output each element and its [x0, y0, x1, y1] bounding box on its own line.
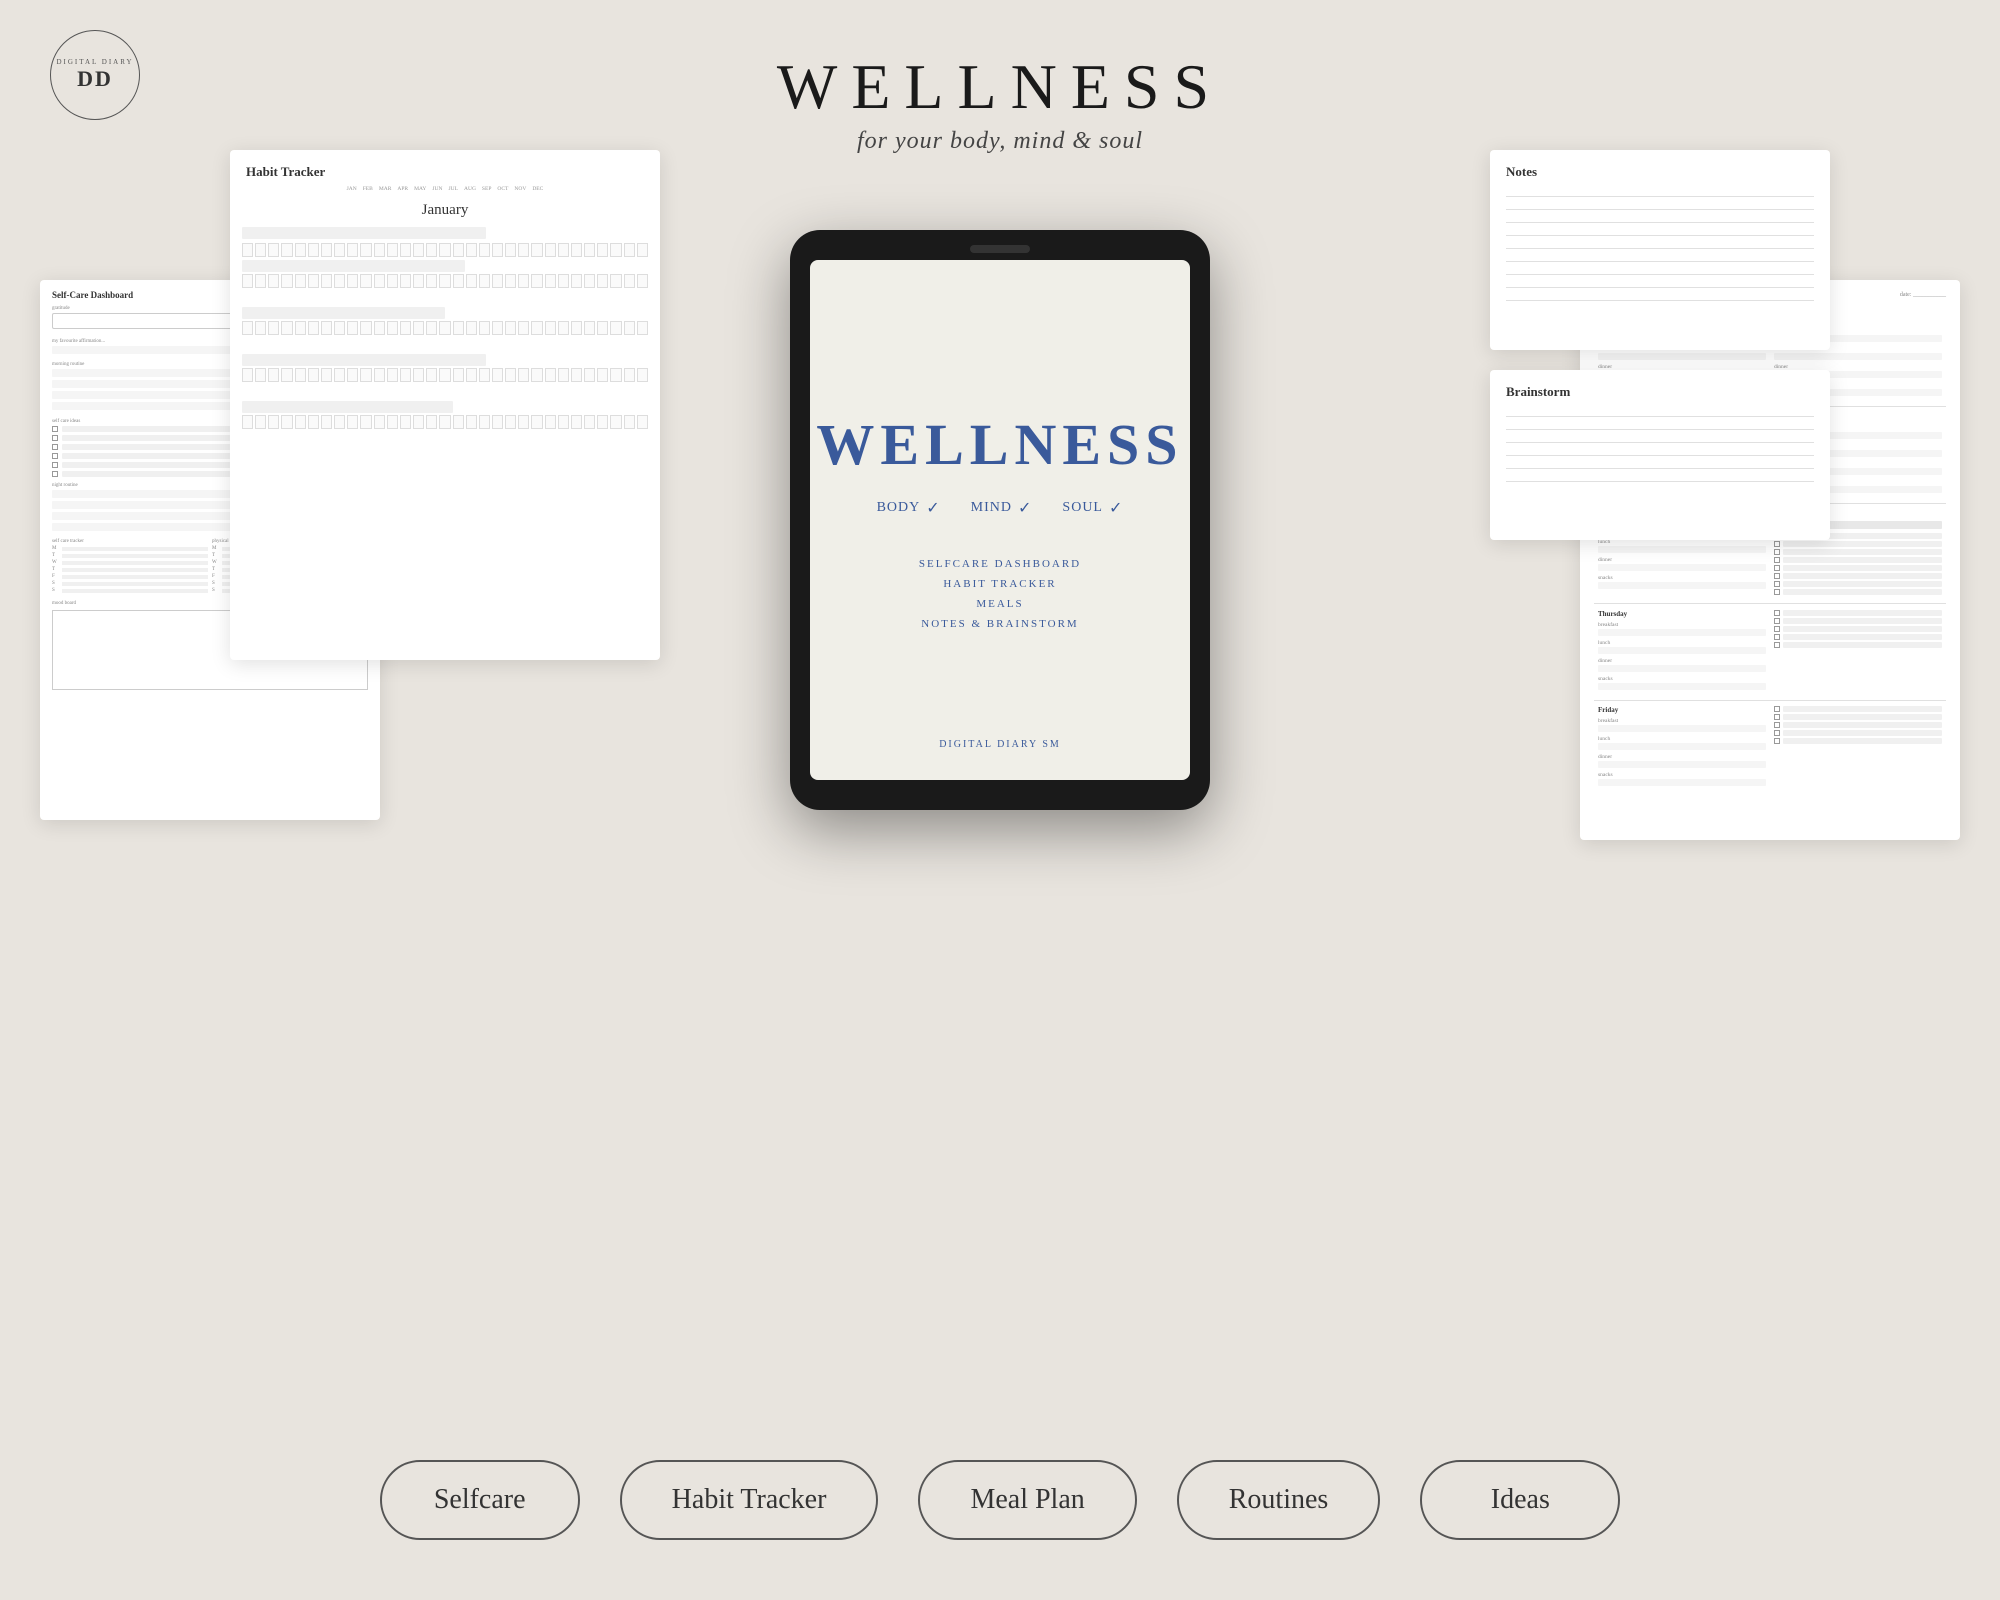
- brainstorm-lines: [1490, 404, 1830, 506]
- tablet-nav: SELFCARE DASHBOARD HABIT TRACKER MEALS N…: [919, 558, 1081, 630]
- tablet-wellness-title: WELLNESS: [816, 411, 1183, 478]
- tag-selfcare[interactable]: Selfcare: [380, 1460, 580, 1540]
- habit-grid: [230, 223, 660, 436]
- habit-tracker-card: Habit Tracker JAN FEB MAR APR MAY JUN JU…: [230, 150, 660, 660]
- soul-check-icon: ✓: [1109, 498, 1123, 518]
- tag-routines[interactable]: Routines: [1177, 1460, 1381, 1540]
- tag-ideas-label: Ideas: [1491, 1484, 1550, 1516]
- notes-card: Notes: [1490, 150, 1830, 350]
- habit-current-month: January: [230, 198, 660, 223]
- meal-day-friday: Friday breakfast lunch dinner snacks: [1594, 702, 1770, 794]
- habit-row: [242, 368, 648, 382]
- body-check-icon: ✓: [926, 498, 940, 518]
- tablet-mind: MIND ✓: [971, 498, 1033, 518]
- tag-habit-tracker[interactable]: Habit Tracker: [620, 1460, 879, 1540]
- nav-notes[interactable]: NOTES & BRAINSTORM: [921, 618, 1078, 630]
- meal-planner-card: Meal Planner date: ___________ Monday br…: [1580, 280, 1960, 840]
- meal-date: date: ___________: [1900, 292, 1946, 304]
- page-title: WELLNESS: [0, 50, 2000, 124]
- tag-habit-tracker-label: Habit Tracker: [672, 1484, 827, 1516]
- bottom-tags-row: Selfcare Habit Tracker Meal Plan Routine…: [0, 1460, 2000, 1540]
- tag-meal-plan[interactable]: Meal Plan: [918, 1460, 1136, 1540]
- mind-check-icon: ✓: [1018, 498, 1032, 518]
- nav-selfcare[interactable]: SELFCARE DASHBOARD: [919, 558, 1081, 570]
- notes-lines: [1490, 184, 1830, 325]
- notes-title: Notes: [1506, 164, 1537, 180]
- brainstorm-title: Brainstorm: [1506, 384, 1570, 400]
- nav-habit-tracker[interactable]: HABIT TRACKER: [943, 578, 1056, 590]
- meal-grid-5: Friday breakfast lunch dinner snacks: [1580, 702, 1960, 794]
- habit-tracker-title: Habit Tracker: [246, 164, 325, 180]
- meal-grid-4: Thursday breakfast lunch dinner snacks: [1580, 606, 1960, 698]
- nav-meals[interactable]: MEALS: [976, 598, 1023, 610]
- tablet-device: WELLNESS BODY ✓ MIND ✓ SOUL ✓ SELFCARE D…: [790, 230, 1210, 810]
- habit-row: [242, 243, 648, 257]
- tablet-bms-row: BODY ✓ MIND ✓ SOUL ✓: [877, 498, 1124, 518]
- tablet-screen: WELLNESS BODY ✓ MIND ✓ SOUL ✓ SELFCARE D…: [810, 260, 1190, 780]
- brainstorm-card: Brainstorm: [1490, 370, 1830, 540]
- tablet-brand: DIGITAL DIARY SM: [939, 739, 1061, 750]
- tag-meal-plan-label: Meal Plan: [970, 1484, 1084, 1516]
- habit-row: [242, 415, 648, 429]
- tag-routines-label: Routines: [1229, 1484, 1329, 1516]
- tablet-body: BODY ✓: [877, 498, 941, 518]
- tag-selfcare-label: Selfcare: [434, 1484, 526, 1516]
- meal-day-thursday: Thursday breakfast lunch dinner snacks: [1594, 606, 1770, 698]
- page-header: WELLNESS for your body, mind & soul: [0, 50, 2000, 155]
- habit-months-row: JAN FEB MAR APR MAY JUN JUL AUG SEP OCT …: [230, 184, 660, 198]
- tag-ideas[interactable]: Ideas: [1420, 1460, 1620, 1540]
- tablet-soul: SOUL ✓: [1062, 498, 1123, 518]
- habit-row: [242, 321, 648, 335]
- habit-row: [242, 274, 648, 288]
